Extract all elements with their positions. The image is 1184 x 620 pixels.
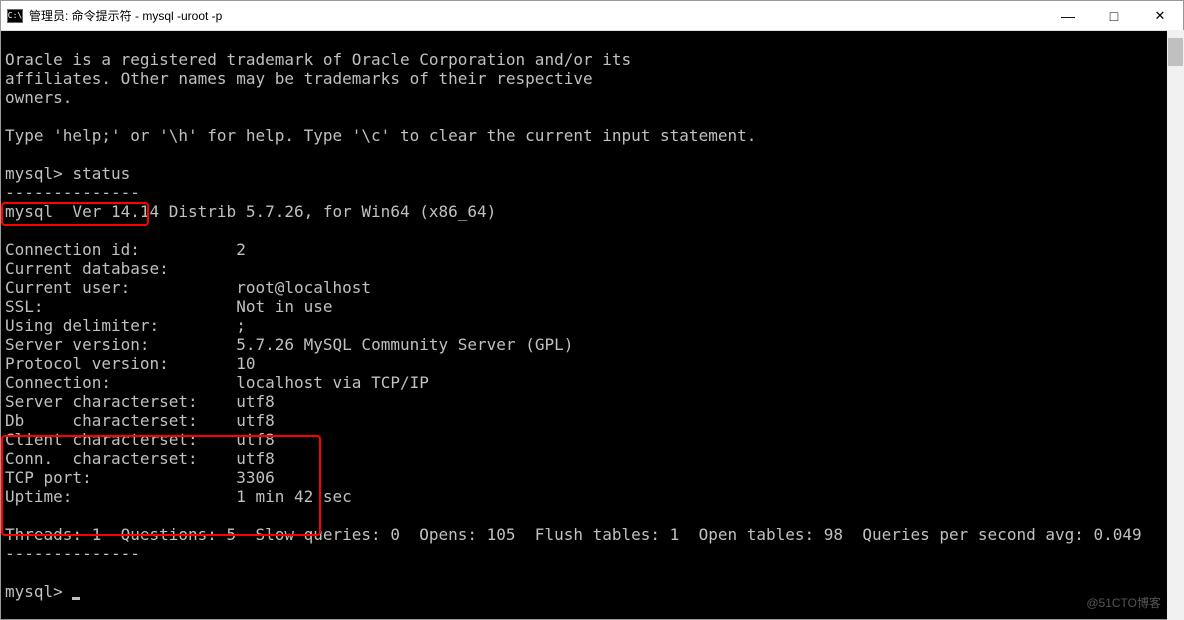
db-charset-label: Db characterset: — [5, 411, 198, 430]
app-icon: C:\ — [7, 9, 23, 23]
tcp-port-label: TCP port: — [5, 468, 92, 487]
ssl-value: Not in use — [236, 297, 332, 316]
watermark: @51CTO博客 — [1086, 594, 1161, 613]
server-version-label: Server version: — [5, 335, 150, 354]
close-button[interactable]: ✕ — [1137, 1, 1183, 30]
db-charset-value: utf8 — [236, 411, 275, 430]
minimize-button[interactable]: — — [1045, 1, 1091, 30]
separator-2: -------------- — [5, 544, 140, 563]
client-charset-value: utf8 — [236, 430, 275, 449]
separator-1: -------------- — [5, 183, 140, 202]
intro-line3: owners. — [5, 88, 72, 107]
client-charset-label: Client characterset: — [5, 430, 198, 449]
command-status: status — [72, 164, 130, 183]
uptime-value: 1 min 42 sec — [236, 487, 352, 506]
current-user-value: root@localhost — [236, 278, 371, 297]
current-user-label: Current user: — [5, 278, 130, 297]
connection-label: Connection: — [5, 373, 111, 392]
using-delimiter-label: Using delimiter: — [5, 316, 159, 335]
scrollbar[interactable] — [1167, 30, 1184, 620]
connection-value: localhost via TCP/IP — [236, 373, 429, 392]
prompt-2: mysql> — [5, 582, 63, 601]
titlebar[interactable]: C:\ 管理员: 命令提示符 - mysql -uroot -p — □ ✕ — [1, 1, 1183, 31]
prompt-1: mysql> — [5, 164, 63, 183]
scroll-thumb[interactable] — [1168, 38, 1183, 66]
command-prompt-window: C:\ 管理员: 命令提示符 - mysql -uroot -p — □ ✕ O… — [0, 0, 1184, 620]
intro-line1: Oracle is a registered trademark of Orac… — [5, 50, 631, 69]
server-charset-value: utf8 — [236, 392, 275, 411]
summary-line: Threads: 1 Questions: 5 Slow queries: 0 … — [5, 525, 1142, 544]
protocol-version-label: Protocol version: — [5, 354, 169, 373]
conn-charset-label: Conn. characterset: — [5, 449, 198, 468]
version-line: mysql Ver 14.14 Distrib 5.7.26, for Win6… — [5, 202, 496, 221]
maximize-button[interactable]: □ — [1091, 1, 1137, 30]
using-delimiter-value: ; — [236, 316, 246, 335]
window-title: 管理员: 命令提示符 - mysql -uroot -p — [29, 7, 1045, 24]
uptime-label: Uptime: — [5, 487, 72, 506]
terminal-area[interactable]: Oracle is a registered trademark of Orac… — [1, 31, 1183, 619]
help-line: Type 'help;' or '\h' for help. Type '\c'… — [5, 126, 756, 145]
terminal-content: Oracle is a registered trademark of Orac… — [5, 31, 1183, 601]
server-charset-label: Server characterset: — [5, 392, 198, 411]
conn-charset-value: utf8 — [236, 449, 275, 468]
window-controls: — □ ✕ — [1045, 1, 1183, 30]
tcp-port-value: 3306 — [236, 468, 275, 487]
server-version-value: 5.7.26 MySQL Community Server (GPL) — [236, 335, 573, 354]
protocol-version-value: 10 — [236, 354, 255, 373]
connection-id-value: 2 — [236, 240, 246, 259]
cursor — [72, 597, 80, 600]
connection-id-label: Connection id: — [5, 240, 140, 259]
intro-line2: affiliates. Other names may be trademark… — [5, 69, 593, 88]
ssl-label: SSL: — [5, 297, 44, 316]
current-database-label: Current database: — [5, 259, 169, 278]
